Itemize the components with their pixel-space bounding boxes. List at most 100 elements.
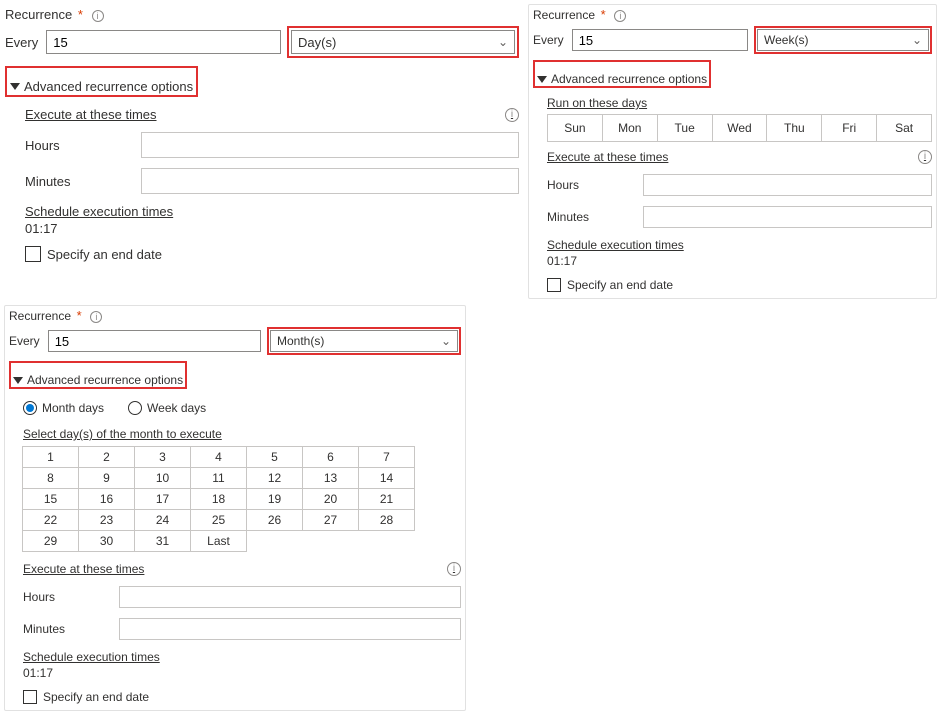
weekday-cell-thu[interactable]: Thu (766, 114, 822, 142)
month-day-cell[interactable]: 28 (358, 509, 415, 531)
hours-input[interactable] (141, 132, 519, 158)
month-days-radio[interactable]: Month days (23, 401, 104, 415)
end-date-checkbox[interactable] (23, 690, 37, 704)
unit-select-months[interactable]: Month(s) ⌄ (270, 330, 458, 352)
info-icon[interactable]: i (918, 150, 932, 164)
hours-label: Hours (547, 178, 637, 192)
month-day-cell[interactable]: 1 (22, 446, 79, 468)
unit-select-days[interactable]: Day(s) ⌄ (291, 30, 515, 54)
recurrence-months-panel: Recurrence * i Every Month(s) ⌄ Advanced… (4, 305, 466, 711)
every-label: Every (5, 35, 38, 50)
interval-input[interactable] (46, 30, 281, 54)
select-month-days-header: Select day(s) of the month to execute (23, 427, 461, 441)
interval-input[interactable] (48, 330, 261, 352)
recurrence-label: Recurrence (5, 7, 72, 22)
advanced-toggle[interactable]: Advanced recurrence options (10, 79, 193, 94)
month-day-cell[interactable]: 3 (134, 446, 191, 468)
execute-times-header: Execute at these times (547, 150, 668, 164)
end-date-checkbox[interactable] (25, 246, 41, 262)
every-label: Every (9, 334, 40, 348)
recurrence-days-panel: Recurrence * i Every Day(s) ⌄ Advanced r… (4, 4, 520, 299)
info-icon[interactable]: i (505, 108, 519, 122)
weekday-cell-fri[interactable]: Fri (821, 114, 877, 142)
schedule-times-link[interactable]: Schedule execution times (23, 650, 461, 664)
month-day-cell[interactable]: 9 (78, 467, 135, 489)
chevron-down-icon: ⌄ (441, 334, 451, 348)
month-day-cell[interactable]: 29 (22, 530, 79, 552)
execute-times-header: Execute at these times (23, 562, 144, 576)
minutes-input[interactable] (141, 168, 519, 194)
schedule-times-link[interactable]: Schedule execution times (25, 204, 519, 219)
advanced-toggle[interactable]: Advanced recurrence options (537, 72, 707, 86)
month-day-cell[interactable]: 12 (246, 467, 303, 489)
end-date-label: Specify an end date (567, 278, 673, 292)
month-day-cell[interactable]: 10 (134, 467, 191, 489)
month-day-cell[interactable]: 24 (134, 509, 191, 531)
advanced-toggle[interactable]: Advanced recurrence options (13, 373, 183, 387)
month-day-cell[interactable]: 18 (190, 488, 247, 510)
month-day-cell[interactable]: 11 (190, 467, 247, 489)
end-date-label: Specify an end date (43, 690, 149, 704)
month-day-cell[interactable]: 30 (78, 530, 135, 552)
month-day-cell[interactable]: 14 (358, 467, 415, 489)
info-icon[interactable]: i (614, 10, 626, 22)
month-day-cell[interactable]: Last (190, 530, 247, 552)
month-day-cell[interactable]: 27 (302, 509, 359, 531)
info-icon[interactable]: i (447, 562, 461, 576)
required-asterisk: * (78, 7, 83, 22)
month-day-cell[interactable]: 5 (246, 446, 303, 468)
hours-input[interactable] (119, 586, 461, 608)
interval-input[interactable] (572, 29, 748, 51)
month-day-cell[interactable]: 26 (246, 509, 303, 531)
required-asterisk: * (601, 7, 606, 22)
weekday-cell-tue[interactable]: Tue (657, 114, 713, 142)
minutes-input[interactable] (643, 206, 932, 228)
weekday-cell-sun[interactable]: Sun (547, 114, 603, 142)
month-day-cell[interactable]: 23 (78, 509, 135, 531)
month-day-cell[interactable]: 25 (190, 509, 247, 531)
end-date-checkbox[interactable] (547, 278, 561, 292)
advanced-toggle-label: Advanced recurrence options (551, 72, 707, 86)
caret-down-icon (13, 377, 23, 384)
weekday-cell-wed[interactable]: Wed (712, 114, 768, 142)
caret-down-icon (537, 76, 547, 83)
schedule-time-value: 01:17 (547, 254, 932, 268)
radio-icon (128, 401, 142, 415)
minutes-input[interactable] (119, 618, 461, 640)
info-icon[interactable]: i (90, 311, 102, 323)
radio-icon (23, 401, 37, 415)
schedule-time-value: 01:17 (23, 666, 461, 680)
month-day-cell[interactable]: 19 (246, 488, 303, 510)
info-icon[interactable]: i (92, 10, 104, 22)
weekday-cell-mon[interactable]: Mon (602, 114, 658, 142)
month-day-selector: 1234567891011121314151617181920212223242… (23, 447, 461, 552)
hours-input[interactable] (643, 174, 932, 196)
hours-label: Hours (23, 590, 113, 604)
minutes-label: Minutes (23, 622, 113, 636)
month-day-cell[interactable]: 22 (22, 509, 79, 531)
month-day-cell[interactable]: 2 (78, 446, 135, 468)
month-day-cell[interactable]: 31 (134, 530, 191, 552)
month-day-cell[interactable]: 8 (22, 467, 79, 489)
month-day-cell[interactable]: 7 (358, 446, 415, 468)
minutes-label: Minutes (547, 210, 637, 224)
unit-select-weeks[interactable]: Week(s) ⌄ (757, 29, 929, 51)
schedule-times-link[interactable]: Schedule execution times (547, 238, 932, 252)
minutes-label: Minutes (25, 174, 135, 189)
recurrence-label: Recurrence (9, 309, 71, 323)
week-days-radio-label: Week days (147, 401, 206, 415)
month-day-cell[interactable]: 13 (302, 467, 359, 489)
chevron-down-icon: ⌄ (498, 35, 508, 49)
month-day-cell[interactable]: 6 (302, 446, 359, 468)
month-day-cell[interactable]: 15 (22, 488, 79, 510)
month-day-cell[interactable]: 17 (134, 488, 191, 510)
week-days-radio[interactable]: Week days (128, 401, 206, 415)
month-day-cell[interactable]: 16 (78, 488, 135, 510)
weekday-cell-sat[interactable]: Sat (876, 114, 932, 142)
month-days-radio-label: Month days (42, 401, 104, 415)
month-day-cell[interactable]: 4 (190, 446, 247, 468)
unit-select-value: Week(s) (764, 33, 808, 47)
month-day-cell[interactable]: 21 (358, 488, 415, 510)
month-day-cell[interactable]: 20 (302, 488, 359, 510)
unit-select-value: Month(s) (277, 334, 324, 348)
